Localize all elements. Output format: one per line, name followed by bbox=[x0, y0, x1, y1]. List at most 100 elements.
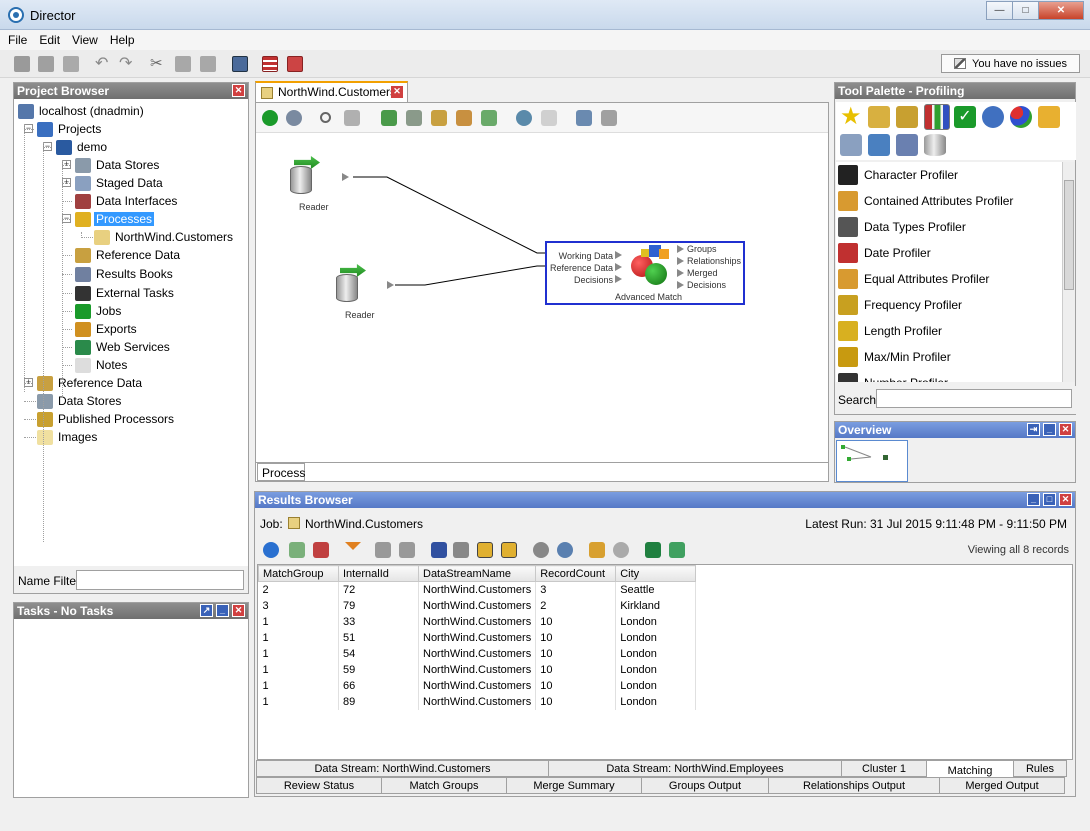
reader-1-output-port[interactable] bbox=[342, 173, 349, 181]
overview-thumbnail[interactable] bbox=[836, 440, 908, 482]
tree-item-results-books[interactable]: Results Books bbox=[75, 266, 175, 282]
data-store-icon[interactable] bbox=[924, 134, 946, 156]
table-row[interactable]: 2 72 NorthWind.Customers 3 Seattle bbox=[258, 581, 697, 598]
redo-icon[interactable]: ↷ bbox=[119, 56, 135, 72]
profiler-item-contained-attributes-profiler[interactable]: Contained Attributes Profiler bbox=[836, 188, 1062, 214]
menu-edit[interactable]: Edit bbox=[31, 30, 64, 47]
close-overview-icon[interactable]: ✕ bbox=[1059, 423, 1072, 436]
column-header-city[interactable]: City bbox=[615, 565, 697, 582]
writer-icon[interactable] bbox=[896, 134, 918, 156]
maximize-results-icon[interactable]: □ bbox=[1043, 493, 1056, 506]
table-row[interactable]: 1 54 NorthWind.Customers 10 London bbox=[258, 645, 697, 662]
globe-icon[interactable] bbox=[557, 542, 573, 558]
maximize-button[interactable]: □ bbox=[1012, 1, 1039, 20]
profiler-item-data-types-profiler[interactable]: Data Types Profiler bbox=[836, 214, 1062, 240]
groups-port[interactable] bbox=[677, 245, 684, 253]
tab-merged-output[interactable]: Merged Output bbox=[939, 777, 1065, 794]
excel-export-icon[interactable] bbox=[645, 542, 661, 558]
save-all-icon[interactable] bbox=[38, 56, 54, 72]
close-tasks-icon[interactable]: ✕ bbox=[232, 604, 245, 617]
tree-item-processes[interactable]: Processes bbox=[75, 211, 155, 227]
tree-item-northwind-customers[interactable]: NorthWind.Customers bbox=[94, 229, 235, 245]
tree-item-staged-data[interactable]: Staged Data bbox=[75, 175, 165, 191]
tab-matching[interactable]: Matching bbox=[926, 760, 1014, 777]
minimize-overview-icon[interactable]: _ bbox=[1043, 423, 1056, 436]
tab-review-status[interactable]: Review Status bbox=[256, 777, 382, 794]
table-row[interactable]: 1 89 NorthWind.Customers 10 London bbox=[258, 693, 697, 710]
transform-icon[interactable] bbox=[896, 106, 918, 128]
merged-port[interactable] bbox=[677, 269, 684, 277]
match-icon[interactable] bbox=[1010, 106, 1032, 128]
book-icon[interactable] bbox=[840, 134, 862, 156]
tab-rules[interactable]: Rules bbox=[1013, 760, 1067, 777]
tree-item-exports[interactable]: Exports bbox=[75, 321, 139, 337]
calendar-icon[interactable] bbox=[262, 56, 278, 72]
refresh-icon[interactable] bbox=[289, 542, 305, 558]
menu-help[interactable]: Help bbox=[102, 30, 139, 47]
profiling-chart-icon[interactable] bbox=[924, 104, 950, 130]
tree-item-data-interfaces[interactable]: Data Interfaces bbox=[75, 193, 179, 209]
decisions-input-port[interactable] bbox=[615, 275, 622, 283]
advanced-match-node[interactable]: Working Data Reference Data Decisions Gr… bbox=[545, 241, 745, 305]
record-icon[interactable] bbox=[533, 542, 549, 558]
notes-icon[interactable] bbox=[589, 542, 605, 558]
table-row[interactable]: 1 66 NorthWind.Customers 10 London bbox=[258, 677, 697, 694]
reader-2-node[interactable] bbox=[334, 264, 368, 304]
paste-icon[interactable] bbox=[200, 56, 216, 72]
tab-match-groups[interactable]: Match Groups bbox=[381, 777, 507, 794]
star-icon[interactable]: ★ bbox=[840, 105, 862, 129]
reference-data-port[interactable] bbox=[615, 263, 622, 271]
decisions-output-port[interactable] bbox=[677, 281, 684, 289]
issues-indicator[interactable]: You have no issues bbox=[941, 54, 1080, 73]
tree-item-localhost-dnadmin[interactable]: localhost (dnadmin) bbox=[18, 103, 146, 119]
cut-icon[interactable]: ✂ bbox=[150, 56, 166, 72]
pin-overview-icon[interactable]: ⇥ bbox=[1027, 423, 1040, 436]
minimize-results-icon[interactable]: _ bbox=[1027, 493, 1040, 506]
table-row[interactable]: 1 51 NorthWind.Customers 10 London bbox=[258, 629, 697, 646]
window-icon[interactable] bbox=[232, 56, 248, 72]
comment-icon[interactable] bbox=[613, 542, 629, 558]
check-icon[interactable]: ✓ bbox=[954, 106, 976, 128]
relationships-port[interactable] bbox=[677, 257, 684, 265]
reader-1-node[interactable] bbox=[288, 156, 322, 196]
profiler-item-equal-attributes-profiler[interactable]: Equal Attributes Profiler bbox=[836, 266, 1062, 292]
close-tab-icon[interactable]: ✕ bbox=[391, 86, 403, 98]
reader-2-output-port[interactable] bbox=[387, 281, 394, 289]
profiler-item-date-profiler[interactable]: Date Profiler bbox=[836, 240, 1062, 266]
close-project-browser-icon[interactable]: ✕ bbox=[232, 84, 245, 97]
tree-item-images[interactable]: Images bbox=[37, 429, 99, 445]
table-row[interactable]: 3 79 NorthWind.Customers 2 Kirkland bbox=[258, 597, 697, 614]
tree-item-reference-data[interactable]: Reference Data bbox=[37, 375, 144, 391]
profiler-item-length-profiler[interactable]: Length Profiler bbox=[836, 318, 1062, 344]
column-header-matchgroup[interactable]: MatchGroup bbox=[258, 565, 339, 582]
edit-processor-icon[interactable] bbox=[456, 110, 472, 126]
tab-relationships-output[interactable]: Relationships Output bbox=[768, 777, 940, 794]
table-row[interactable]: 1 59 NorthWind.Customers 10 London bbox=[258, 661, 697, 678]
save-icon[interactable] bbox=[14, 56, 30, 72]
hierarchy-icon[interactable] bbox=[868, 134, 890, 156]
results-grid[interactable]: MatchGroup InternalId DataStreamName Record… bbox=[257, 564, 1073, 760]
filter-icon[interactable] bbox=[345, 542, 361, 550]
scheduler-icon[interactable] bbox=[287, 56, 303, 72]
tree-item-data-stores[interactable]: Data Stores bbox=[75, 157, 161, 173]
close-results-icon[interactable]: ✕ bbox=[1059, 493, 1072, 506]
tab-merge-summary[interactable]: Merge Summary bbox=[506, 777, 642, 794]
process-bottom-tab[interactable]: Process bbox=[257, 463, 305, 481]
calculator-icon[interactable] bbox=[1038, 106, 1060, 128]
new-processor-icon[interactable] bbox=[481, 110, 497, 126]
profiler-item-frequency-profiler[interactable]: Frequency Profiler bbox=[836, 292, 1062, 318]
menu-view[interactable]: View bbox=[64, 30, 102, 47]
table-row[interactable]: 1 33 NorthWind.Customers 10 London bbox=[258, 613, 697, 630]
working-data-port[interactable] bbox=[615, 251, 622, 259]
tab-data-stream-northwind-customers[interactable]: Data Stream: NorthWind.Customers bbox=[256, 760, 549, 777]
pick-icon[interactable] bbox=[344, 110, 360, 126]
column-header-internalid[interactable]: InternalId bbox=[338, 565, 419, 582]
palette-search-input[interactable] bbox=[876, 389, 1072, 408]
home-icon[interactable] bbox=[313, 542, 329, 558]
tab-cluster-1[interactable]: Cluster 1 bbox=[841, 760, 927, 777]
grid-icon[interactable] bbox=[381, 110, 397, 126]
tree-item-external-tasks[interactable]: External Tasks bbox=[75, 285, 176, 301]
info-icon[interactable] bbox=[431, 542, 447, 558]
name-filter-input[interactable] bbox=[76, 570, 244, 590]
hide-columns-icon[interactable] bbox=[453, 542, 469, 558]
